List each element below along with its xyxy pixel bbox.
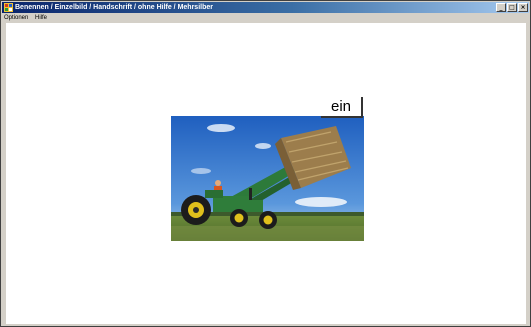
close-button[interactable]: × [518, 3, 528, 12]
photo-illustration [171, 116, 364, 241]
client-area [6, 23, 526, 324]
title-bar[interactable]: Benennen / Einzelbild / Handschrift / oh… [2, 2, 529, 13]
menu-hilfe[interactable]: Hilfe [35, 13, 47, 23]
menu-optionen[interactable]: Optionen [4, 13, 28, 23]
maximize-button[interactable]: □ [507, 3, 517, 12]
app-window: Benennen / Einzelbild / Handschrift / oh… [0, 0, 531, 327]
menu-bar: Optionen Hilfe [2, 13, 529, 23]
word-label: ein [321, 97, 363, 118]
window-controls: _ □ × [496, 3, 528, 12]
window-title: Benennen / Einzelbild / Handschrift / oh… [15, 4, 213, 11]
tractor-hay-bale-photo[interactable] [171, 116, 364, 241]
app-icon[interactable] [4, 3, 13, 12]
minimize-button[interactable]: _ [496, 3, 506, 12]
